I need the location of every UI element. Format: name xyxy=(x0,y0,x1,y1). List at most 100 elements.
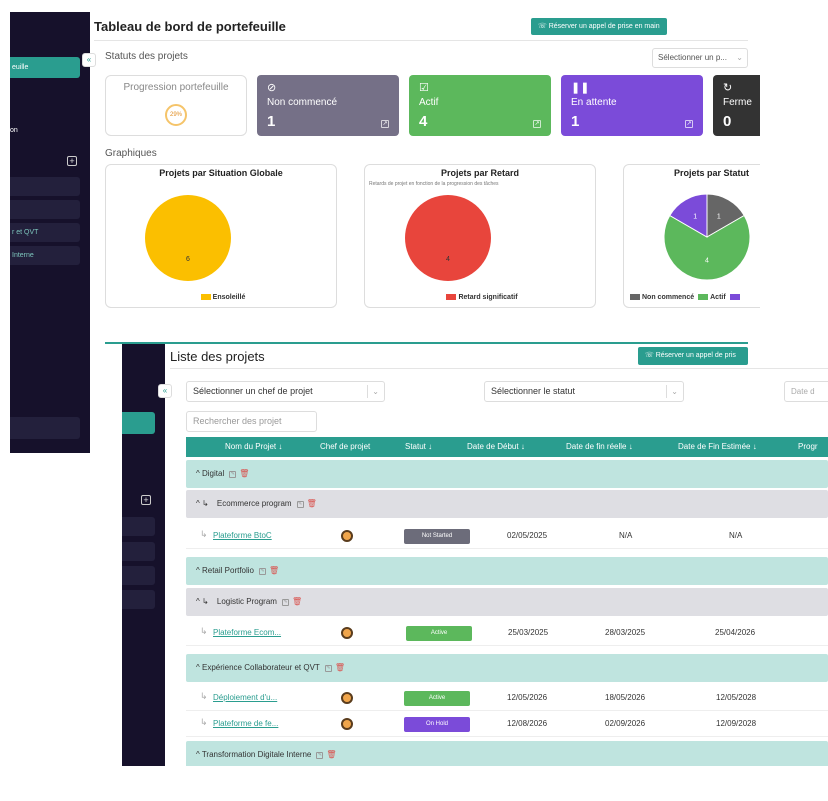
group-row[interactable]: ^ ↳ Logistic Program ✎ 🗑 xyxy=(186,588,828,616)
col-debut[interactable]: Date de Début ↓ xyxy=(467,437,525,457)
trash-icon[interactable]: 🗑 xyxy=(239,460,249,488)
add-icon[interactable]: + xyxy=(67,156,77,166)
external-link-icon[interactable]: ↗ xyxy=(533,120,541,128)
project-link[interactable]: Plateforme BtoC xyxy=(213,523,272,549)
status-card-closed[interactable]: ↻ Ferme 0 xyxy=(713,75,760,136)
start-date: 12/08/2026 xyxy=(507,719,548,728)
trash-icon[interactable]: 🗑 xyxy=(292,588,302,616)
status-card-count: 1 xyxy=(571,113,580,130)
divider xyxy=(170,368,828,369)
col-statut[interactable]: Statut ↓ xyxy=(405,437,432,457)
status-badge: Active xyxy=(406,626,472,641)
col-progression[interactable]: Progr xyxy=(798,437,818,457)
project-link[interactable]: Plateforme de fe... xyxy=(213,711,278,737)
legend-swatch[interactable] xyxy=(446,294,457,301)
sidebar-item[interactable] xyxy=(10,177,80,196)
group-row[interactable]: ^ Digital ✎ 🗑 xyxy=(186,460,828,488)
pie-slice-label: 1 xyxy=(717,214,721,221)
sidebar-item[interactable] xyxy=(122,590,155,609)
group-row[interactable]: ^ Retail Portfolio ✎ 🗑 xyxy=(186,557,828,585)
add-icon[interactable]: + xyxy=(141,495,151,505)
table-row[interactable]: ↳ Déploiement d'u... Active 12/05/2026 1… xyxy=(186,685,828,711)
legend-label[interactable]: Actif xyxy=(710,294,726,301)
collapse-sidebar-icon[interactable]: « xyxy=(82,53,96,67)
sidebar-item-interne[interactable]: Interne xyxy=(10,246,80,265)
progress-card: Progression portefeuille 29% xyxy=(105,75,247,136)
col-nom[interactable]: Nom du Projet ↓ xyxy=(225,437,282,457)
legend-swatch[interactable] xyxy=(698,294,709,301)
status-card-label: Ferme xyxy=(723,97,752,108)
phone-icon: ☏ xyxy=(645,352,656,359)
pie-slice-label: 4 xyxy=(705,258,709,265)
date-input[interactable]: Date d xyxy=(784,381,828,402)
status-card-active[interactable]: ☑ Actif 4 ↗ xyxy=(409,75,551,136)
trash-icon[interactable]: 🗑 xyxy=(335,654,345,682)
edit-icon[interactable]: ✎ xyxy=(259,567,267,575)
chef-select[interactable]: Sélectionner un chef de projet ⌄ xyxy=(186,381,385,402)
trash-icon[interactable]: 🗑 xyxy=(307,490,317,518)
book-call-button[interactable]: ☏ Réserver un appel de pris xyxy=(638,347,748,365)
table-row[interactable]: ↳ Plateforme BtoC Not Started 02/05/2025… xyxy=(186,523,828,549)
phone-icon: ☏ xyxy=(538,23,549,30)
select-separator xyxy=(367,385,368,398)
table-row[interactable]: ↳ Plateforme Ecom... Active 25/03/2025 2… xyxy=(186,620,828,646)
edit-icon[interactable]: ✎ xyxy=(229,470,237,478)
sidebar-item[interactable] xyxy=(122,542,155,561)
section-title-graphiques: Graphiques xyxy=(105,148,157,159)
status-card-on-hold[interactable]: ❚❚ En attente 1 ↗ xyxy=(561,75,703,136)
sidebar-item[interactable] xyxy=(10,200,80,219)
group-row[interactable]: ^ Transformation Digitale Interne ✎ 🗑 xyxy=(186,741,828,766)
status-card-label: Non commencé xyxy=(267,97,338,108)
avatar xyxy=(341,692,353,704)
legend-label[interactable]: Ensoleillé xyxy=(213,294,246,301)
col-fin-estimee[interactable]: Date de Fin Estimée ↓ xyxy=(678,437,757,457)
chevron-down-icon: ⌄ xyxy=(372,387,379,396)
edit-icon[interactable]: ✎ xyxy=(281,598,289,606)
end-real-date: 18/05/2026 xyxy=(605,693,646,702)
project-select[interactable]: Sélectionner un p... ⌄ xyxy=(652,48,748,68)
edit-icon[interactable]: ✎ xyxy=(316,751,324,759)
collapse-sidebar-icon[interactable]: « xyxy=(158,384,172,398)
sidebar-item-active[interactable] xyxy=(122,412,155,434)
pie-chart-statut: 1 4 1 xyxy=(663,193,751,281)
page-title: Liste des projets xyxy=(170,349,265,364)
sidebar-item-qvt[interactable]: r et QVT xyxy=(10,223,80,242)
edit-icon[interactable]: ✎ xyxy=(296,500,304,508)
edit-icon[interactable]: ✎ xyxy=(324,664,332,672)
table-row[interactable]: ↳ Plateforme de fe... On Hold 12/08/2026… xyxy=(186,711,828,737)
chart-card-statut: 1 4 1 Projets par Statut Non commencé Actif xyxy=(623,164,760,308)
sidebar-item-portfolio[interactable]: euille xyxy=(10,57,80,78)
trash-icon[interactable]: 🗑 xyxy=(326,741,336,766)
legend-label[interactable]: Retard significatif xyxy=(458,294,517,301)
project-link[interactable]: Plateforme Ecom... xyxy=(213,620,281,646)
pie-slice[interactable] xyxy=(405,195,491,281)
project-link[interactable]: Déploiement d'u... xyxy=(213,685,277,711)
pie-slice-label: 6 xyxy=(186,256,190,263)
chevron-up-icon[interactable]: ^ ↳ xyxy=(196,499,211,508)
group-row[interactable]: ^ Expérience Collaborateur et QVT ✎ 🗑 xyxy=(186,654,828,682)
avatar xyxy=(341,627,353,639)
status-card-not-started[interactable]: ⊘ Non commencé 1 ↗ xyxy=(257,75,399,136)
sidebar-item[interactable] xyxy=(122,517,155,536)
status-select[interactable]: Sélectionner le statut ⌄ xyxy=(484,381,684,402)
legend-swatch[interactable] xyxy=(630,294,640,301)
book-call-button[interactable]: ☏ Réserver un appel de prise en main xyxy=(531,18,667,35)
legend-label[interactable]: Non commencé xyxy=(642,294,694,301)
search-input[interactable]: Rechercher des projet xyxy=(186,411,317,432)
pie-slice[interactable] xyxy=(145,195,231,281)
end-est-date: 12/09/2028 xyxy=(716,719,757,728)
chevron-up-icon[interactable]: ^ ↳ xyxy=(196,597,211,606)
trash-icon[interactable]: 🗑 xyxy=(269,557,279,585)
external-link-icon[interactable]: ↗ xyxy=(685,120,693,128)
sidebar-footer[interactable] xyxy=(10,417,80,439)
pie-slice-label: 4 xyxy=(446,256,450,263)
chart-card-retard: 4 Projets par Retard Retards de projet e… xyxy=(364,164,596,308)
sidebar-item[interactable] xyxy=(122,566,155,585)
legend-swatch[interactable] xyxy=(200,294,211,301)
group-label: Retail Portfolio xyxy=(201,566,255,576)
col-chef[interactable]: Chef de projet xyxy=(320,437,370,457)
legend-swatch[interactable] xyxy=(729,294,740,301)
external-link-icon[interactable]: ↗ xyxy=(381,120,389,128)
col-fin-reelle[interactable]: Date de fin réelle ↓ xyxy=(566,437,633,457)
group-row[interactable]: ^ ↳ Ecommerce program ✎ 🗑 xyxy=(186,490,828,518)
